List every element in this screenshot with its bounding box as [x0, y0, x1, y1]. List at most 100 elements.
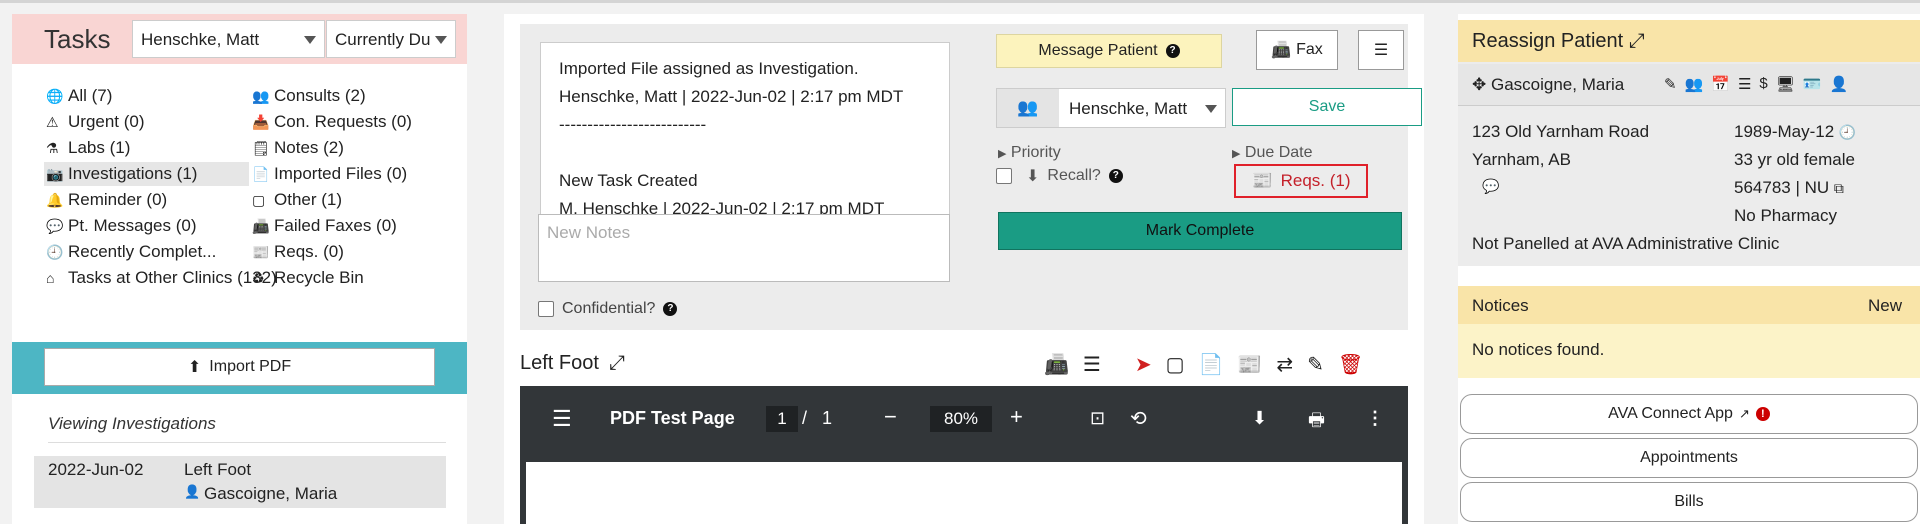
expand-icon[interactable]: ⤢ [609, 352, 625, 375]
reqs-link[interactable]: 📰 Reqs. (1) [1234, 164, 1368, 198]
category-failed-faxes[interactable]: 📠 Failed Faxes (0) [250, 214, 397, 238]
zoom-level[interactable]: 80% [930, 406, 992, 432]
note-line: Henschke, Matt | 2022-Jun-02 | 2:17 pm M… [559, 87, 904, 106]
inbox-icon: 📥 [252, 113, 270, 130]
file-pdf-icon[interactable]: 📄 [1199, 352, 1224, 377]
provider-select-value: Henschke, Matt [141, 30, 260, 49]
list-icon[interactable]: ☰ [1738, 75, 1751, 93]
download-icon[interactable]: ⬇ [1252, 408, 1267, 429]
reassign-patient-title[interactable]: Reassign Patient ⤢ [1472, 30, 1645, 53]
pdf-viewer: ☰ PDF Test Page 1 / 1 − 80% + ⊡ ⟲ ⬇ 🖶 ⋮ [520, 386, 1408, 524]
chevron-down-icon [1205, 105, 1217, 113]
mark-complete-button[interactable]: Mark Complete [998, 212, 1402, 250]
category-all[interactable]: 🌐 All (7) [44, 84, 112, 108]
category-label: Other (1) [274, 190, 343, 209]
category-label: Notes (2) [274, 138, 344, 157]
category-con-requests[interactable]: 📥 Con. Requests (0) [250, 110, 412, 134]
due-date-toggle[interactable]: ▶ Due Date [1232, 144, 1313, 162]
file-pdf-icon: 📄 [252, 165, 270, 182]
task-detail-panel: Imported File assigned as Investigation.… [504, 14, 1424, 524]
monitor-icon[interactable]: 🖥 [1776, 75, 1795, 93]
zoom-in-icon[interactable]: + [1010, 404, 1023, 430]
notices-header: Notices New [1458, 286, 1920, 324]
help-icon[interactable]: ? [663, 302, 678, 316]
rotate-icon[interactable]: ⟲ [1130, 406, 1147, 431]
zoom-out-icon[interactable]: − [884, 404, 897, 430]
task-list-row[interactable]: 2022-Jun-02 Left Foot 👤 Gascoigne, Maria [34, 456, 446, 508]
category-reminder[interactable]: 🔔 Reminder (0) [44, 188, 167, 212]
task-notes-history[interactable]: Imported File assigned as Investigation.… [540, 42, 950, 216]
category-recently-complet[interactable]: 🕘 Recently Complet... [44, 240, 216, 264]
message-patient-button[interactable]: Message Patient ? [996, 34, 1222, 68]
category-tasks-at-other-clinics[interactable]: ⌂ Tasks at Other Clinics (132) [44, 266, 277, 290]
category-consults[interactable]: 👥 Consults (2) [250, 84, 366, 108]
send-icon[interactable]: ➤ [1135, 352, 1152, 377]
copy-icon[interactable]: ⧉ [1834, 180, 1844, 196]
list-button[interactable]: ☰ [1358, 30, 1404, 70]
pencil-icon[interactable]: ✎ [1664, 75, 1677, 93]
category-imported-files[interactable]: 📄 Imported Files (0) [250, 162, 407, 186]
category-labs[interactable]: ⚗ Labs (1) [44, 136, 130, 160]
category-notes[interactable]: 🗒 Notes (2) [250, 136, 344, 160]
print-icon[interactable]: 🖶 [1308, 408, 1325, 438]
user-circle-icon[interactable]: 👤 [1829, 75, 1848, 93]
appointments-button[interactable]: Appointments [1460, 438, 1918, 478]
confidential-toggle[interactable]: Confidential? ? [538, 300, 678, 318]
newspaper-icon[interactable]: 📰 [1237, 352, 1262, 377]
warning-icon: ⚠ [46, 113, 59, 130]
fax-icon[interactable]: 📠 [1044, 352, 1069, 377]
category-reqs[interactable]: 📰 Reqs. (0) [250, 240, 344, 264]
recall-checkbox[interactable] [996, 168, 1012, 184]
category-recycle-bin[interactable]: ♻ Recycle Bin [250, 266, 364, 290]
category-label: Failed Faxes (0) [274, 216, 397, 235]
patient-panel: Reassign Patient ⤢ ✥ Gascoigne, Maria ✎ … [1458, 14, 1920, 524]
list-icon[interactable]: ☰ [1083, 352, 1101, 377]
pdf-title: PDF Test Page [610, 408, 735, 428]
calendar-icon[interactable]: 📅 [1711, 75, 1730, 93]
category-other[interactable]: ▢ Other (1) [250, 188, 342, 212]
new-notice-button[interactable]: New [1868, 296, 1902, 316]
page-number-input[interactable]: 1 [766, 406, 798, 432]
fit-page-icon[interactable]: ⊡ [1090, 408, 1105, 429]
patient-dob-text: 1989-May-12 [1734, 122, 1835, 141]
help-icon[interactable]: ? [1108, 169, 1123, 183]
category-urgent[interactable]: ⚠ Urgent (0) [44, 110, 145, 134]
category-label: Investigations (1) [68, 164, 198, 183]
category-label: Pt. Messages (0) [68, 216, 197, 235]
status-filter-select[interactable]: Currently Du [326, 20, 456, 58]
confidential-checkbox[interactable] [538, 301, 554, 317]
document-toolbar: 📠 ☰ ➤ ▢ 📄 📰 ⇄ ✎ 🗑 [1044, 352, 1363, 377]
reqs-label: Reqs. (1) [1280, 171, 1351, 190]
ava-connect-button[interactable]: AVA Connect App ↗ ! [1460, 394, 1918, 434]
id-card-icon[interactable]: 🪪 [1803, 75, 1822, 93]
priority-toggle[interactable]: ▶ Priority [998, 144, 1061, 162]
exchange-icon[interactable]: ⇄ [1276, 352, 1293, 377]
bills-button[interactable]: Bills [1460, 482, 1918, 522]
recall-toggle[interactable]: ⬇ Recall? ? [996, 166, 1123, 186]
category-label: Con. Requests (0) [274, 112, 412, 131]
tasks-title: Tasks [44, 24, 111, 54]
dollar-icon[interactable]: $ [1759, 75, 1767, 93]
trash-icon[interactable]: 🗑 [1338, 352, 1363, 377]
more-options-icon[interactable]: ⋮ [1366, 408, 1384, 429]
fax-button[interactable]: 📠 Fax [1256, 30, 1338, 70]
assignee-select[interactable]: 👥 Henschke, Matt [996, 88, 1226, 128]
tasks-header: Tasks Henschke, Matt Currently Du [12, 14, 467, 64]
pencil-icon[interactable]: ✎ [1307, 352, 1324, 377]
import-pdf-button[interactable]: ⬆ Import PDF [44, 348, 435, 386]
patient-name[interactable]: ✥ Gascoigne, Maria [1472, 75, 1624, 95]
expand-icon[interactable]: ⤢ [1629, 30, 1645, 52]
menu-icon[interactable]: ☰ [552, 406, 572, 432]
note-icon[interactable]: ▢ [1166, 352, 1185, 377]
category-investigations[interactable]: 📷 Investigations (1) [44, 162, 249, 186]
comments-icon: 💬 [46, 217, 64, 234]
newspaper-icon: 📰 [252, 243, 270, 260]
home-icon: ⌂ [46, 270, 55, 286]
comment-icon[interactable]: 💬 [1482, 178, 1499, 195]
provider-select[interactable]: Henschke, Matt [132, 20, 325, 58]
save-button[interactable]: Save [1232, 88, 1422, 126]
page-total: 1 [822, 408, 833, 428]
new-notes-textarea[interactable]: New Notes [538, 214, 950, 282]
category-pt-messages[interactable]: 💬 Pt. Messages (0) [44, 214, 197, 238]
users-icon[interactable]: 👥 [1685, 75, 1704, 93]
